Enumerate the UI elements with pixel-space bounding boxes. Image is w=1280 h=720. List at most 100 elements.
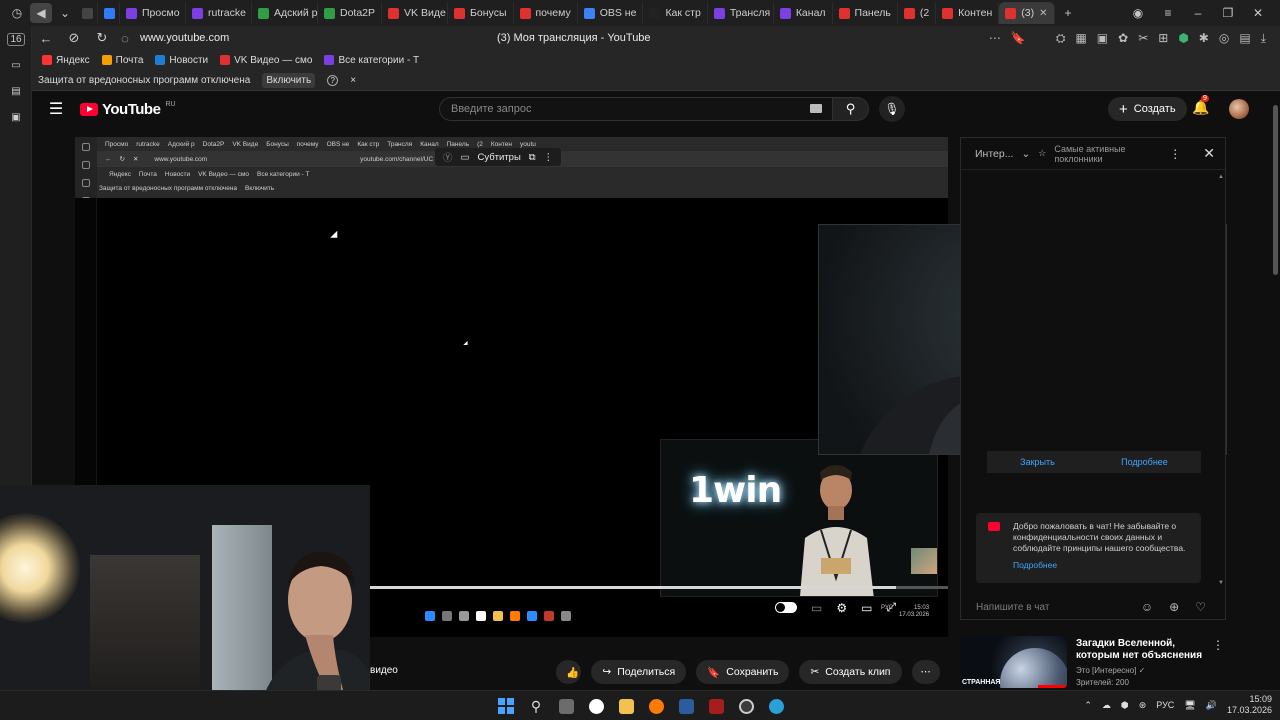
steam-icon[interactable]: [675, 695, 697, 717]
sidebar-toggle-icon[interactable]: ▤: [1239, 31, 1250, 45]
new-tab-button[interactable]: +: [1056, 3, 1080, 23]
extension-icon[interactable]: ▣: [1097, 31, 1108, 45]
close-notice-icon[interactable]: ×: [350, 75, 356, 86]
bookmark-item[interactable]: Яндекс: [42, 55, 90, 66]
translate-icon[interactable]: ⊞: [1158, 31, 1168, 45]
related-thumbnail[interactable]: СТРАННАЯ: [960, 636, 1067, 688]
help-icon[interactable]: ?: [327, 74, 339, 86]
volume-icon[interactable]: 🔊: [1206, 700, 1217, 711]
tray-icon[interactable]: ⬢: [1121, 700, 1129, 711]
browser-tab[interactable]: Dota2P: [318, 2, 383, 24]
heart-icon[interactable]: ♡: [1195, 600, 1206, 614]
app-icon[interactable]: [765, 695, 787, 717]
bookmark-item[interactable]: Почта: [101, 55, 143, 66]
add-icon[interactable]: ⊕: [1169, 600, 1179, 614]
extension-icon[interactable]: ⛭: [1056, 31, 1066, 46]
chevron-up-icon[interactable]: ⌃: [1084, 700, 1092, 711]
subtitles-icon[interactable]: ▭: [811, 601, 822, 615]
like-button[interactable]: 👍0: [556, 660, 581, 684]
bookmark-item[interactable]: Новости: [155, 55, 208, 66]
tab-audio-icon[interactable]: ◀: [30, 3, 52, 23]
sidebar-tasks-icon[interactable]: ▣: [0, 104, 32, 130]
top-fans-button[interactable]: Самые активные поклонники: [1054, 144, 1161, 164]
more-icon[interactable]: ⋮: [1212, 638, 1224, 652]
browser-tab[interactable]: rutracke: [186, 2, 252, 24]
close-window-button[interactable]: ✕: [1246, 3, 1270, 23]
search-input[interactable]: Введите запрос: [439, 97, 833, 121]
tab-list-chevron-icon[interactable]: ⌄: [54, 3, 76, 23]
obs-icon[interactable]: [735, 695, 757, 717]
sidebar-badge[interactable]: 16: [0, 26, 32, 52]
back-icon[interactable]: ←: [32, 26, 60, 50]
minimize-button[interactable]: –: [1186, 3, 1210, 23]
app-icon[interactable]: [705, 695, 727, 717]
search-icon[interactable]: ⚲: [525, 695, 547, 717]
reload-icon[interactable]: ↻: [88, 26, 116, 50]
bookmark-item[interactable]: Все категории - Т: [324, 55, 419, 66]
avatar[interactable]: [1229, 99, 1249, 119]
download-icon[interactable]: ⤓: [1261, 31, 1266, 46]
extension-icon[interactable]: ▦: [1075, 31, 1086, 45]
url-text[interactable]: www.youtube.com: [140, 32, 229, 44]
menu-icon[interactable]: ≡: [1156, 3, 1180, 23]
close-chat-icon[interactable]: ✕: [1203, 145, 1215, 162]
pip-icon[interactable]: ⧉: [529, 152, 536, 163]
tray-icon[interactable]: ☁: [1102, 700, 1111, 711]
bookmark-item[interactable]: VK Видео — смо: [220, 55, 312, 66]
menu-icon[interactable]: ☰: [32, 99, 80, 119]
bookmark-icon[interactable]: 🔖: [1011, 31, 1026, 45]
tray-icon[interactable]: ⊛: [1139, 700, 1147, 711]
browser-tab[interactable]: Бонусы: [448, 2, 514, 24]
youtube-logo[interactable]: YouTube RU: [80, 101, 176, 118]
extension-icon[interactable]: ✿: [1118, 31, 1128, 45]
extension-icon[interactable]: ✂: [1138, 31, 1148, 45]
network-icon[interactable]: 🖥: [1184, 700, 1195, 711]
sidebar-notes-icon[interactable]: ▤: [0, 78, 32, 104]
clock[interactable]: 15:09 17.03.2026: [1227, 694, 1272, 716]
chat-title[interactable]: Интер...: [975, 148, 1013, 160]
theater-mode-icon[interactable]: ▭: [861, 601, 872, 615]
browser-tab[interactable]: Просмо: [120, 2, 186, 24]
shield-icon[interactable]: ⬢: [1178, 31, 1188, 45]
more-icon[interactable]: ⋮: [544, 152, 554, 163]
more-actions-button[interactable]: ⋯: [911, 660, 940, 684]
browser-tab[interactable]: VK Виде: [382, 2, 449, 24]
more-link[interactable]: Подробнее: [1121, 457, 1168, 467]
voice-search-button[interactable]: 🎙: [879, 96, 905, 122]
settings-icon[interactable]: ⚙: [836, 601, 847, 615]
browser-tab[interactable]: OBS не: [578, 2, 644, 24]
chevron-down-icon[interactable]: ⌄: [1021, 148, 1030, 160]
autoplay-toggle[interactable]: [775, 602, 797, 613]
keyboard-icon[interactable]: [810, 104, 822, 113]
save-button[interactable]: 🔖 Сохранить: [696, 660, 790, 684]
sidebar-bookmark-icon[interactable]: ▭: [0, 52, 32, 78]
browser-tab[interactable]: (2: [898, 2, 937, 24]
browser-tab[interactable]: [98, 2, 120, 24]
related-title[interactable]: Загадки Вселенной, которым нет объяснени…: [1076, 638, 1216, 662]
forward-icon[interactable]: ⊘: [60, 26, 88, 50]
close-tab-icon[interactable]: ✕: [1039, 8, 1047, 19]
yandex-browser-icon[interactable]: [585, 695, 607, 717]
close-link[interactable]: Закрыть: [1020, 457, 1055, 467]
browser-tab[interactable]: (3) ✕: [999, 2, 1055, 24]
profile-icon[interactable]: ◉: [1126, 3, 1150, 23]
create-clip-button[interactable]: ✂ Создать клип: [799, 660, 902, 684]
record-icon[interactable]: ◎: [1219, 31, 1229, 45]
emoji-icon[interactable]: ☺: [1141, 600, 1153, 614]
more-icon[interactable]: ⋮: [1169, 147, 1181, 161]
notifications-button[interactable]: 🔔 9: [1192, 95, 1209, 116]
browser-tab[interactable]: Канал: [774, 2, 833, 24]
share-button[interactable]: ↪ Поделиться: [591, 660, 687, 684]
language-indicator[interactable]: РУС: [1156, 700, 1174, 710]
related-video[interactable]: СТРАННАЯ Загадки Вселенной, которым нет …: [960, 636, 1226, 688]
enable-protection-button[interactable]: Включить: [262, 72, 316, 88]
extension-icon[interactable]: ✱: [1199, 31, 1209, 45]
history-icon[interactable]: ◷: [6, 3, 28, 23]
more-icon[interactable]: ⋯: [989, 31, 1001, 45]
browser-tab[interactable]: Как стр: [643, 2, 708, 24]
related-channel[interactable]: Это [Интересно] ✓: [1076, 666, 1145, 675]
site-info-icon[interactable]: ◌: [116, 26, 134, 50]
create-button[interactable]: + Создать: [1108, 97, 1187, 121]
browser-tab[interactable]: Адский р: [252, 2, 318, 24]
browser-tab[interactable]: [76, 2, 98, 24]
